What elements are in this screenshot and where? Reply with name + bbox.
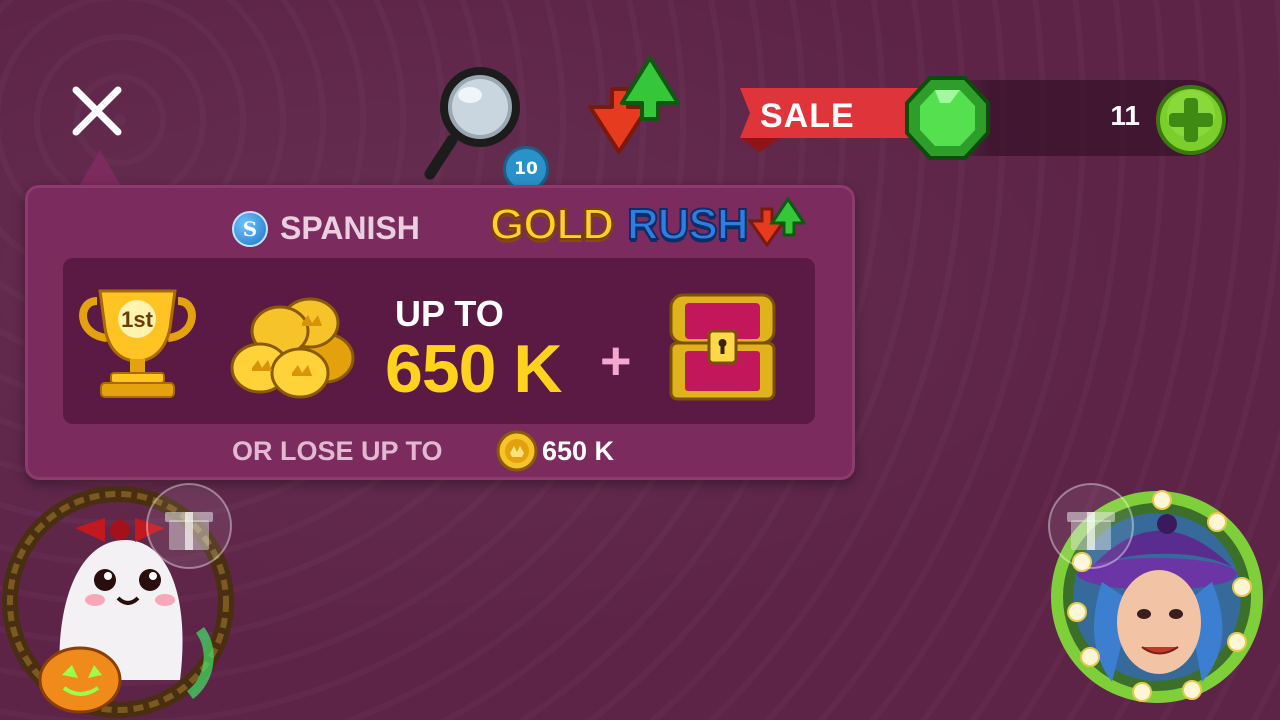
plus-icon[interactable] bbox=[1155, 84, 1227, 156]
language-badge-icon: S bbox=[232, 211, 268, 247]
popup-pointer bbox=[78, 150, 122, 188]
gem-count: 11 bbox=[1110, 100, 1140, 131]
gift-icon[interactable] bbox=[145, 482, 233, 570]
trophy-icon: 1st bbox=[79, 289, 196, 398]
gift-icon[interactable] bbox=[1047, 482, 1135, 570]
treasure-chest-icon bbox=[669, 293, 776, 401]
emerald-gem-icon bbox=[905, 76, 990, 160]
gold-rush-logo-gold: GOLD bbox=[489, 199, 615, 250]
coin-icon bbox=[496, 430, 538, 472]
lose-label: OR LOSE UP TO bbox=[232, 436, 443, 466]
close-icon[interactable] bbox=[66, 80, 128, 142]
up-to-label: UP TO bbox=[395, 293, 504, 334]
sale-label: SALE bbox=[760, 97, 855, 135]
coin-pile-icon bbox=[230, 297, 355, 399]
lose-value: 650 K bbox=[542, 436, 615, 466]
plus-sign: + bbox=[600, 331, 632, 391]
trophy-place-label: 1st bbox=[121, 307, 153, 332]
gold-rush-logo-rush: RUSH bbox=[626, 199, 750, 250]
language-label: SPANISH bbox=[280, 210, 420, 246]
logo-arrows-icon bbox=[747, 196, 806, 248]
up-to-value: 650 K bbox=[385, 331, 562, 407]
swap-arrows-icon[interactable] bbox=[580, 55, 690, 160]
